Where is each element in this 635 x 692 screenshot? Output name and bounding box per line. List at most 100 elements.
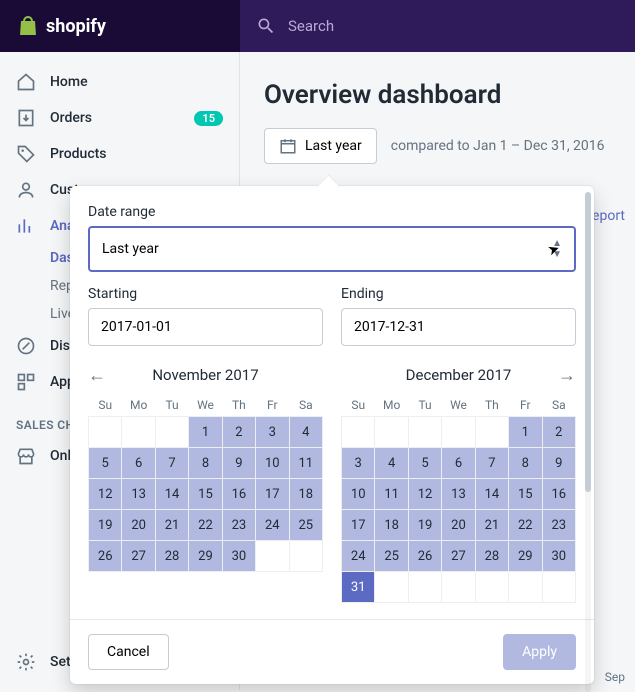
starting-input[interactable]: [88, 308, 323, 346]
calendar-right-title: December 2017: [341, 360, 576, 394]
calendar-day[interactable]: 2: [222, 417, 255, 448]
calendar-day[interactable]: 10: [256, 448, 289, 479]
calendar-day[interactable]: 21: [475, 510, 508, 541]
calendar-day[interactable]: 24: [342, 541, 375, 572]
calendar-day[interactable]: 1: [189, 417, 222, 448]
calendar-day[interactable]: 1: [509, 417, 542, 448]
calendar-day[interactable]: 19: [408, 510, 441, 541]
calendar-day[interactable]: 3: [342, 448, 375, 479]
cancel-button[interactable]: Cancel: [88, 634, 169, 670]
calendar-day[interactable]: 3: [256, 417, 289, 448]
calendar-day[interactable]: 11: [375, 479, 408, 510]
calendar-day[interactable]: 12: [408, 479, 441, 510]
calendar-day[interactable]: 15: [509, 479, 542, 510]
calendar-day[interactable]: 13: [442, 479, 475, 510]
calendar-day[interactable]: 26: [408, 541, 441, 572]
calendar-day[interactable]: 18: [289, 479, 322, 510]
calendar-day[interactable]: 14: [475, 479, 508, 510]
calendar-day[interactable]: 8: [509, 448, 542, 479]
date-range-button[interactable]: Last year: [264, 128, 377, 164]
ending-label: Ending: [341, 286, 576, 302]
calendar-day[interactable]: 12: [89, 479, 122, 510]
chart-icon: [16, 216, 36, 236]
calendar-day: [408, 572, 441, 603]
calendar-day[interactable]: 22: [509, 510, 542, 541]
calendar-day[interactable]: 26: [89, 541, 122, 572]
calendar-day[interactable]: 28: [155, 541, 188, 572]
shopify-bag-icon: [16, 14, 40, 38]
calendar-day: [375, 417, 408, 448]
calendar-day[interactable]: 25: [375, 541, 408, 572]
nav-products[interactable]: Products: [0, 136, 239, 172]
calendar-day[interactable]: 9: [542, 448, 575, 479]
calendar-day[interactable]: 4: [375, 448, 408, 479]
orders-icon: [16, 108, 36, 128]
calendar-day[interactable]: 19: [89, 510, 122, 541]
calendar-day[interactable]: 5: [408, 448, 441, 479]
calendar-day[interactable]: 31: [342, 572, 375, 603]
calendar-day[interactable]: 27: [122, 541, 155, 572]
logo-text: shopify: [46, 16, 106, 37]
calendar-day[interactable]: 13: [122, 479, 155, 510]
calendar-day[interactable]: 28: [475, 541, 508, 572]
logo[interactable]: shopify: [0, 14, 240, 38]
calendar-day: [408, 417, 441, 448]
calendar-day[interactable]: 16: [222, 479, 255, 510]
calendar-day[interactable]: 30: [222, 541, 255, 572]
calendar-day[interactable]: 10: [342, 479, 375, 510]
calendar-day[interactable]: 24: [256, 510, 289, 541]
calendar-day[interactable]: 16: [542, 479, 575, 510]
calendar-day[interactable]: 8: [189, 448, 222, 479]
calendar-day[interactable]: 29: [189, 541, 222, 572]
home-icon: [16, 72, 36, 92]
calendar-day[interactable]: 18: [375, 510, 408, 541]
gear-icon: [16, 652, 36, 672]
nav-orders[interactable]: Orders15: [0, 100, 239, 136]
calendar-day[interactable]: 22: [189, 510, 222, 541]
calendar-day[interactable]: 30: [542, 541, 575, 572]
calendar-day[interactable]: 23: [222, 510, 255, 541]
calendar-day[interactable]: 17: [342, 510, 375, 541]
calendar-right-grid: SuMoTuWeThFrSa12345678910111213141516171…: [341, 394, 576, 603]
calendar-day[interactable]: 7: [475, 448, 508, 479]
calendar-right: → December 2017 SuMoTuWeThFrSa1234567891…: [341, 360, 576, 603]
nav-home[interactable]: Home: [0, 64, 239, 100]
calendar-day: [342, 417, 375, 448]
calendar-day: [289, 541, 322, 572]
calendar-day[interactable]: 27: [442, 541, 475, 572]
calendar-day[interactable]: 6: [442, 448, 475, 479]
orders-badge: 15: [194, 111, 223, 126]
calendar-day[interactable]: 5: [89, 448, 122, 479]
calendar-day: [509, 572, 542, 603]
calendar-day[interactable]: 6: [122, 448, 155, 479]
calendar-icon: [279, 137, 297, 155]
calendar-day[interactable]: 20: [442, 510, 475, 541]
calendar-day[interactable]: 29: [509, 541, 542, 572]
ending-input[interactable]: [341, 308, 576, 346]
date-range-label: Date range: [88, 204, 576, 220]
calendar-day[interactable]: 15: [189, 479, 222, 510]
calendar-day: [89, 417, 122, 448]
tag-icon: [16, 144, 36, 164]
calendar-day[interactable]: 17: [256, 479, 289, 510]
calendar-day[interactable]: 14: [155, 479, 188, 510]
calendar-day[interactable]: 20: [122, 510, 155, 541]
calendar-day[interactable]: 11: [289, 448, 322, 479]
calendar-day[interactable]: 21: [155, 510, 188, 541]
calendar-day: [155, 417, 188, 448]
calendar-day[interactable]: 4: [289, 417, 322, 448]
apply-button[interactable]: Apply: [503, 634, 576, 670]
date-range-select[interactable]: Last year ▲▼ ➤: [88, 226, 576, 272]
calendar-left-grid: SuMoTuWeThFrSa12345678910111213141516171…: [88, 394, 323, 572]
calendar-day[interactable]: 2: [542, 417, 575, 448]
calendar-day: [442, 572, 475, 603]
calendar-day[interactable]: 9: [222, 448, 255, 479]
calendar-day[interactable]: 25: [289, 510, 322, 541]
date-picker-popover: Date range Last year ▲▼ ➤ Starting Endin…: [70, 186, 594, 684]
calendar-day[interactable]: 7: [155, 448, 188, 479]
search-input[interactable]: Search: [240, 0, 635, 52]
calendar-day[interactable]: 23: [542, 510, 575, 541]
compare-text: compared to Jan 1 – Dec 31, 2016: [391, 138, 605, 154]
scrollbar[interactable]: [585, 192, 591, 692]
discount-icon: [16, 336, 36, 356]
